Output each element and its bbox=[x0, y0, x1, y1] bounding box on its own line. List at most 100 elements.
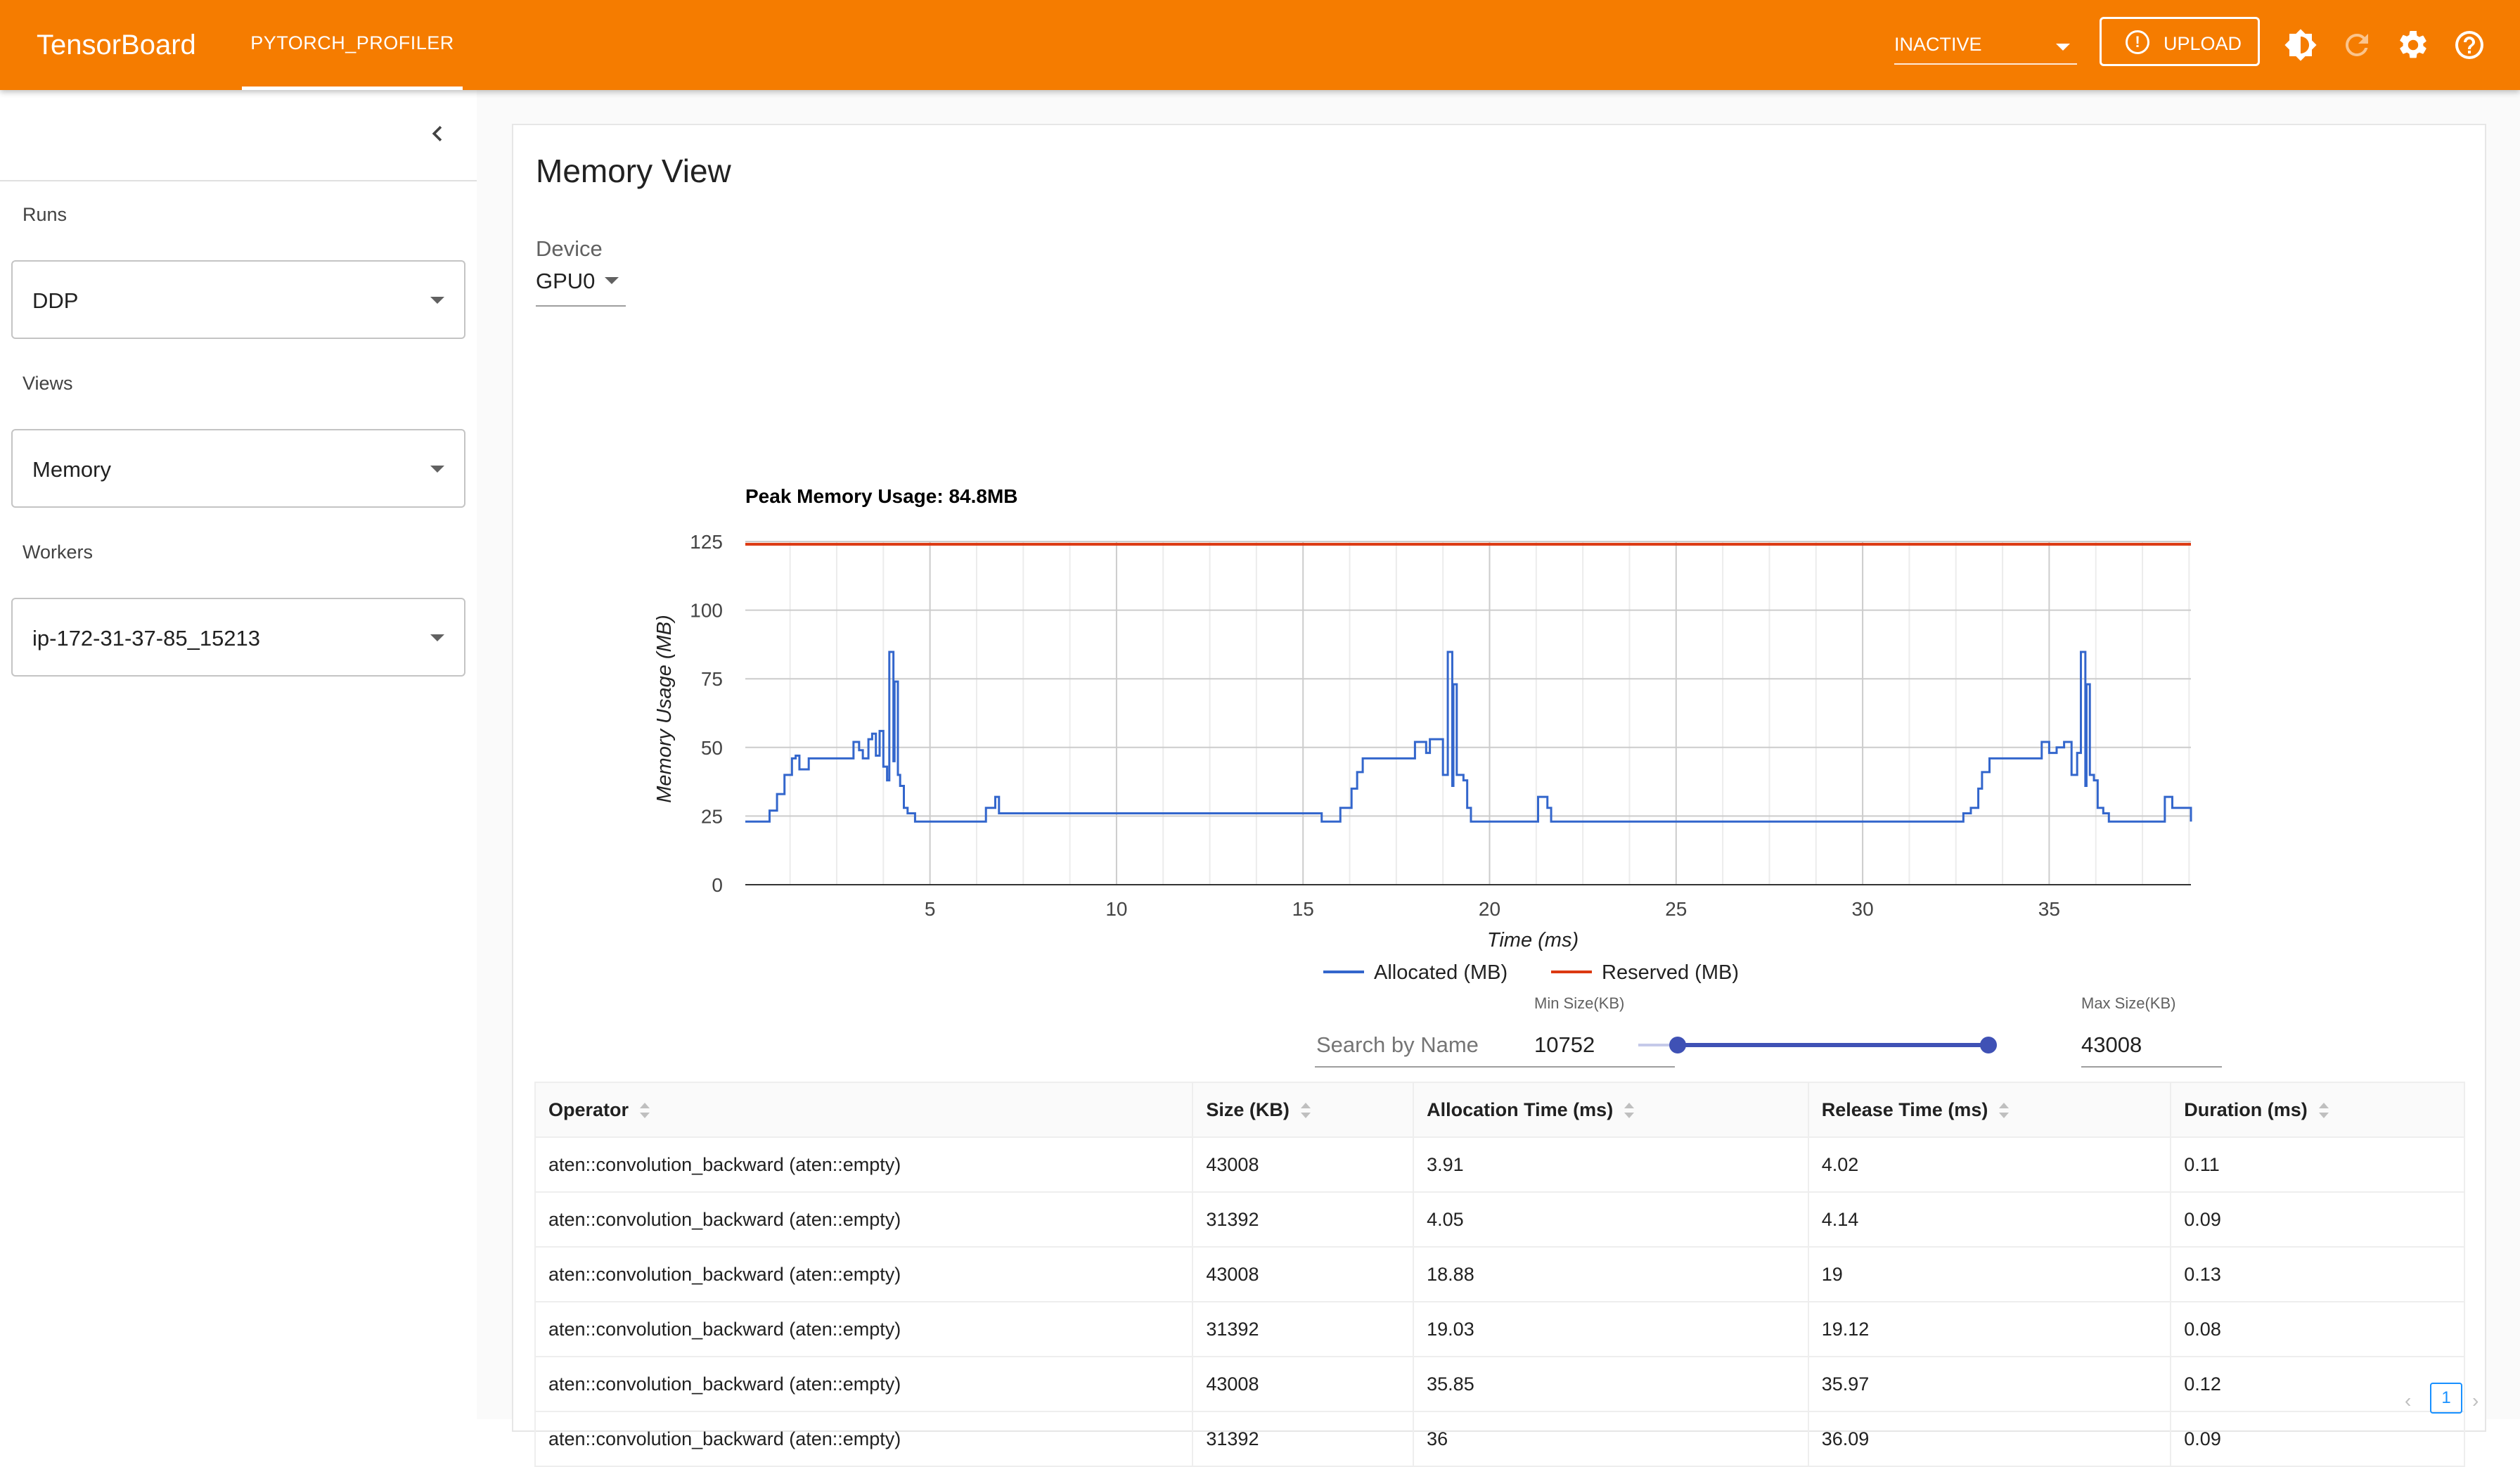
x-tick-label: 35 bbox=[2038, 898, 2060, 920]
y-tick-label: 75 bbox=[701, 668, 723, 690]
chart-axes: 5 10 15 20 25 30 35 0 25 50 75 100 125 bbox=[690, 531, 2191, 920]
memory-view-card: Memory View Device GPU0 5 10 15 20 25 30 35 0 25… bbox=[512, 124, 2486, 1467]
chevron-down-icon bbox=[430, 634, 444, 641]
inactive-plugins-select[interactable]: INACTIVE bbox=[1894, 27, 2077, 65]
views-label: Views bbox=[22, 373, 73, 394]
duration-cell: 0.08 bbox=[2170, 1301, 2465, 1357]
refresh-icon[interactable] bbox=[2340, 28, 2374, 62]
memory-chart[interactable]: 5 10 15 20 25 30 35 0 25 50 75 100 125 Peak Memory U… bbox=[513, 343, 2485, 1011]
max-size-label: Max Size(KB) bbox=[2081, 994, 2176, 1012]
table-row[interactable]: aten::convolution_backward (aten::empty)… bbox=[534, 1136, 2465, 1193]
series-line-allocated-mb[interactable] bbox=[745, 651, 2192, 823]
operator-cell: aten::convolution_backward (aten::empty) bbox=[534, 1191, 1194, 1248]
workers-label: Workers bbox=[22, 542, 94, 563]
allocation-time-cell: 35.85 bbox=[1413, 1356, 1809, 1412]
release-time-cell: 4.02 bbox=[1807, 1136, 2172, 1193]
x-tick-label: 5 bbox=[925, 898, 936, 920]
chevron-left-icon[interactable]: ‹ bbox=[2405, 1390, 2411, 1412]
column-header-label: Size (KB) bbox=[1206, 1098, 1290, 1120]
y-tick-label: 25 bbox=[701, 805, 723, 827]
size-cell: 43008 bbox=[1192, 1356, 1415, 1412]
upload-label: UPLOAD bbox=[2164, 33, 2242, 54]
table-row[interactable]: aten::convolution_backward (aten::empty)… bbox=[534, 1191, 2465, 1248]
views-select-value: Memory bbox=[32, 457, 111, 482]
help-icon[interactable] bbox=[2452, 28, 2486, 62]
release-time-cell: 36.09 bbox=[1807, 1411, 2172, 1467]
table-row[interactable]: aten::convolution_backward (aten::empty)… bbox=[534, 1411, 2465, 1467]
column-header-label: Operator bbox=[548, 1098, 629, 1120]
table-row[interactable]: aten::convolution_backward (aten::empty)… bbox=[534, 1356, 2465, 1412]
workers-select-value: ip-172-31-37-85_15213 bbox=[32, 626, 261, 651]
table-header-row: Operator Size (KB) Allocation Time (ms) … bbox=[534, 1082, 2465, 1138]
size-cell: 31392 bbox=[1192, 1191, 1415, 1248]
pagination: ‹ 1 › bbox=[2405, 1383, 2482, 1416]
chevron-down-icon bbox=[605, 277, 619, 284]
release-time-cell: 19 bbox=[1807, 1246, 2172, 1302]
runs-select-value: DDP bbox=[32, 288, 79, 313]
allocation-time-cell: 3.91 bbox=[1413, 1136, 1809, 1193]
memory-events-table: Operator Size (KB) Allocation Time (ms) … bbox=[534, 1082, 2465, 1467]
chart-y-axis-label: Memory Usage (MB) bbox=[653, 615, 676, 803]
tab-pytorch-profiler[interactable]: PYTORCH_PROFILER bbox=[242, 0, 463, 90]
sidebar-divider bbox=[0, 180, 477, 181]
upload-info-icon: ! bbox=[2126, 30, 2149, 54]
operator-cell: aten::convolution_backward (aten::empty) bbox=[534, 1356, 1194, 1412]
column-header-release-time[interactable]: Release Time (ms) bbox=[1807, 1082, 2172, 1138]
chevron-down-icon bbox=[430, 466, 444, 473]
x-tick-label: 15 bbox=[1292, 898, 1314, 920]
y-tick-label: 0 bbox=[712, 874, 723, 896]
table-row[interactable]: aten::convolution_backward (aten::empty)… bbox=[534, 1301, 2465, 1357]
operator-cell: aten::convolution_backward (aten::empty) bbox=[534, 1246, 1194, 1302]
page-number-current[interactable]: 1 bbox=[2430, 1383, 2462, 1414]
chart-x-axis-label: Time (ms) bbox=[1487, 929, 1579, 952]
column-header-duration[interactable]: Duration (ms) bbox=[2170, 1082, 2465, 1138]
release-time-cell: 4.14 bbox=[1807, 1191, 2172, 1248]
column-header-operator[interactable]: Operator bbox=[534, 1082, 1194, 1138]
sort-icon bbox=[640, 1103, 650, 1119]
min-size-label: Min Size(KB) bbox=[1534, 994, 1625, 1012]
brightness-icon[interactable] bbox=[2284, 28, 2318, 62]
size-cell: 31392 bbox=[1192, 1411, 1415, 1467]
tab-label: PYTORCH_PROFILER bbox=[250, 32, 454, 53]
chart-title: Peak Memory Usage: 84.8MB bbox=[745, 485, 1018, 507]
allocation-time-cell: 36 bbox=[1413, 1411, 1809, 1467]
chevron-right-icon[interactable]: › bbox=[2472, 1390, 2479, 1412]
operator-cell: aten::convolution_backward (aten::empty) bbox=[534, 1411, 1194, 1467]
column-header-allocation-time[interactable]: Allocation Time (ms) bbox=[1413, 1082, 1809, 1138]
allocation-time-cell: 4.05 bbox=[1413, 1191, 1809, 1248]
column-header-label: Allocation Time (ms) bbox=[1427, 1098, 1614, 1120]
allocation-time-cell: 18.88 bbox=[1413, 1246, 1809, 1302]
column-header-label: Release Time (ms) bbox=[1821, 1098, 1988, 1120]
dropdown-arrow-icon bbox=[2056, 44, 2070, 51]
slider-min-handle[interactable] bbox=[1669, 1037, 1686, 1053]
collapse-sidebar-icon[interactable] bbox=[422, 118, 453, 149]
workers-select[interactable]: ip-172-31-37-85_15213 bbox=[11, 598, 465, 677]
x-tick-label: 20 bbox=[1479, 898, 1500, 920]
legend-label: Reserved (MB) bbox=[1602, 961, 1739, 984]
table-row[interactable]: aten::convolution_backward (aten::empty)… bbox=[534, 1246, 2465, 1302]
y-tick-label: 125 bbox=[690, 531, 723, 553]
device-select[interactable]: GPU0 bbox=[536, 266, 626, 307]
device-select-value: GPU0 bbox=[536, 269, 596, 293]
views-select[interactable]: Memory bbox=[11, 429, 465, 508]
size-cell: 43008 bbox=[1192, 1136, 1415, 1193]
upload-button[interactable]: ! UPLOAD bbox=[2100, 17, 2260, 66]
max-size-input[interactable] bbox=[2081, 1024, 2222, 1068]
duration-cell: 0.09 bbox=[2170, 1411, 2465, 1467]
chevron-down-icon bbox=[430, 297, 444, 304]
duration-cell: 0.09 bbox=[2170, 1191, 2465, 1248]
size-cell: 31392 bbox=[1192, 1301, 1415, 1357]
settings-icon[interactable] bbox=[2396, 28, 2430, 62]
size-range-fill bbox=[1678, 1043, 1988, 1047]
x-tick-label: 25 bbox=[1665, 898, 1687, 920]
sort-icon bbox=[1624, 1103, 1635, 1119]
inactive-select-label: INACTIVE bbox=[1894, 34, 1982, 55]
column-header-size[interactable]: Size (KB) bbox=[1192, 1082, 1415, 1138]
column-header-label: Duration (ms) bbox=[2184, 1098, 2308, 1120]
sort-icon bbox=[1999, 1103, 2010, 1119]
release-time-cell: 35.97 bbox=[1807, 1356, 2172, 1412]
app-title[interactable]: TensorBoard bbox=[37, 28, 196, 62]
slider-max-handle[interactable] bbox=[1980, 1037, 1997, 1053]
chart-series bbox=[745, 542, 2192, 823]
runs-select[interactable]: DDP bbox=[11, 260, 465, 339]
